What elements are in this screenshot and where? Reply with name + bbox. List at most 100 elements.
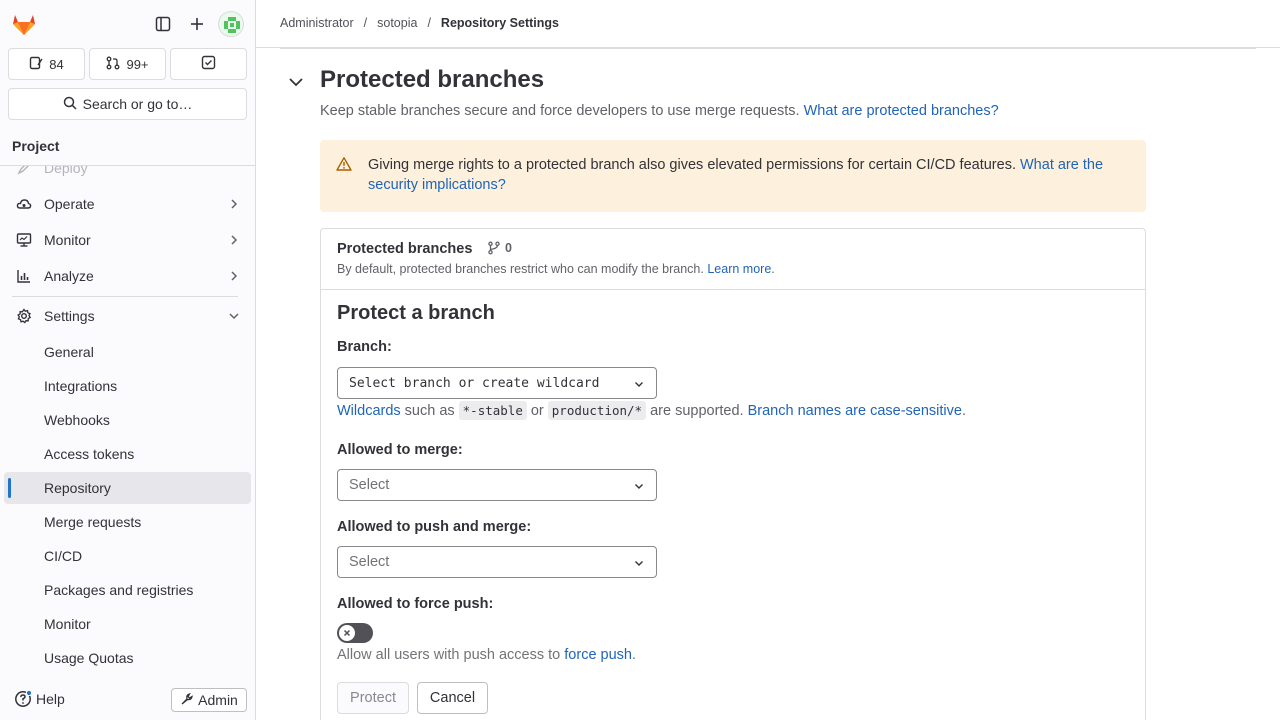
search-icon [63, 96, 77, 113]
learn-more-link[interactable]: Learn more [707, 262, 771, 276]
sidebar-subitem-integrations[interactable]: Integrations [4, 370, 251, 402]
sidebar-subitem-webhooks[interactable]: Webhooks [4, 404, 251, 436]
warning-alert: Giving merge rights to a protected branc… [320, 140, 1146, 212]
allowed-to-merge-dropdown[interactable]: Select [337, 469, 657, 501]
alert-message: Giving merge rights to a protected branc… [368, 157, 1016, 173]
card-title: Protected branches [337, 241, 473, 257]
top-bar: Administrator / sotopia / Repository Set… [256, 0, 1280, 48]
help-label: Help [36, 691, 65, 707]
allowed-to-merge-value: Select [349, 477, 390, 493]
count-buttons: 84 99+ [8, 48, 247, 80]
punctuation: . [961, 402, 967, 419]
breadcrumb: Administrator / sotopia / Repository Set… [280, 16, 559, 30]
search-button[interactable]: Search or go to… [8, 88, 247, 120]
card-description: By default, protected branches restrict … [337, 262, 775, 276]
sidebar-item-monitor[interactable]: Monitor [4, 224, 251, 256]
chevron-down-icon [632, 377, 646, 391]
monitor-icon [16, 232, 32, 248]
sidebar-nav: Deploy Operate Monitor Analyze Settings … [0, 166, 255, 680]
branch-select-dropdown[interactable]: Select branch or create wildcard [337, 367, 657, 399]
collapse-section-button[interactable] [286, 72, 306, 92]
card-header: Protected branches 0 By default, protect… [321, 229, 1145, 290]
wildcard-example: *-stable [458, 401, 527, 420]
protected-branches-help-link[interactable]: What are protected branches? [804, 103, 999, 119]
chevron-down-icon [632, 556, 646, 570]
help-button[interactable]: Help [14, 689, 65, 708]
todo-checkbox-icon [201, 55, 216, 73]
todos-button[interactable] [170, 48, 247, 80]
protect-button[interactable]: Protect [337, 682, 409, 714]
close-icon [339, 625, 355, 641]
sidebar-subitem-label: General [44, 344, 94, 360]
punctuation: . [771, 262, 775, 276]
merge-requests-count-button[interactable]: 99+ [89, 48, 166, 80]
issues-count-button[interactable]: 84 [8, 48, 85, 80]
wildcards-or: or [530, 402, 544, 419]
chevron-down-icon [289, 78, 303, 87]
sidebar-item-label: Deploy [44, 166, 88, 176]
chevron-right-icon [227, 269, 241, 283]
user-avatar[interactable] [218, 11, 244, 37]
wildcards-link[interactable]: Wildcards [337, 403, 401, 419]
force-push-label: Allowed to force push: [337, 596, 494, 612]
sidebar-subitem-packages-registries[interactable]: Packages and registries [4, 574, 251, 606]
protected-branches-card: Protected branches 0 By default, protect… [320, 228, 1146, 720]
wildcard-example: production/* [547, 401, 647, 420]
section-title: Protected branches [320, 66, 545, 93]
sidebar-subitem-general[interactable]: General [4, 336, 251, 368]
divider [12, 296, 238, 297]
sidebar-item-label: Settings [44, 308, 95, 324]
breadcrumb-current[interactable]: Repository Settings [441, 16, 559, 30]
sidebar-subitem-merge-requests[interactable]: Merge requests [4, 506, 251, 538]
section-description-text: Keep stable branches secure and force de… [320, 103, 800, 119]
breadcrumb-item[interactable]: sotopia [377, 16, 417, 30]
allowed-to-push-dropdown[interactable]: Select [337, 546, 657, 578]
sidebar-subitem-ci-cd[interactable]: CI/CD [4, 540, 251, 572]
sidebar-subitem-access-tokens[interactable]: Access tokens [4, 438, 251, 470]
admin-button[interactable]: Admin [171, 688, 247, 712]
rocket-icon [16, 166, 32, 176]
sidebar-subitem-label: Webhooks [44, 412, 110, 428]
branch-count-value: 0 [505, 241, 512, 255]
gear-icon [16, 308, 32, 324]
chevron-down-icon [632, 479, 646, 493]
wrench-icon [180, 692, 194, 709]
allowed-to-push-label: Allowed to push and merge: [337, 519, 532, 535]
sidebar-item-settings[interactable]: Settings [4, 300, 251, 332]
sidebar-subitem-label: Integrations [44, 378, 118, 394]
breadcrumb-item[interactable]: Administrator [280, 16, 354, 30]
sidebar-subitem-label: Access tokens [44, 446, 135, 462]
sidebar-item-analyze[interactable]: Analyze [4, 260, 251, 292]
chart-icon [16, 268, 32, 284]
plus-icon[interactable] [185, 12, 209, 36]
sidebar-subitem-monitor[interactable]: Monitor [4, 608, 251, 640]
case-sensitive-link[interactable]: Branch names are case-sensitive [748, 403, 962, 419]
branch-count: 0 [487, 241, 512, 255]
cancel-button[interactable]: Cancel [417, 682, 488, 714]
punctuation: . [632, 647, 637, 663]
sidebar-item-deploy[interactable]: Deploy [4, 166, 251, 184]
cloud-gear-icon [16, 196, 32, 212]
search-label: Search or go to… [82, 96, 193, 112]
force-push-toggle[interactable] [337, 623, 373, 643]
sidebar-subitem-repository[interactable]: Repository [4, 472, 251, 504]
sidebar-subitem-usage-quotas[interactable]: Usage Quotas [4, 642, 251, 674]
sidebar-item-label: Monitor [44, 232, 91, 248]
branch-icon [488, 241, 500, 255]
branch-select-value: Select branch or create wildcard [349, 376, 600, 391]
allowed-to-merge-label: Allowed to merge: [337, 442, 463, 458]
force-push-help-text: Allow all users with push access to [337, 647, 561, 663]
force-push-link[interactable]: force push [564, 647, 632, 663]
merge-request-icon [106, 56, 120, 73]
wildcards-help: Wildcards such as *-stable or production… [337, 401, 966, 420]
sidebar-toggle-icon[interactable] [151, 12, 175, 36]
form-heading: Protect a branch [337, 302, 495, 324]
sidebar: 84 99+ Search or go to… Project Deploy O… [0, 0, 256, 720]
gitlab-logo-icon[interactable] [10, 10, 38, 38]
sidebar-subitem-label: Repository [44, 480, 111, 496]
warning-icon [336, 156, 352, 172]
issues-count: 84 [49, 56, 64, 72]
sidebar-item-label: Operate [44, 196, 95, 212]
sidebar-item-operate[interactable]: Operate [4, 188, 251, 220]
branch-label: Branch: [337, 339, 392, 355]
